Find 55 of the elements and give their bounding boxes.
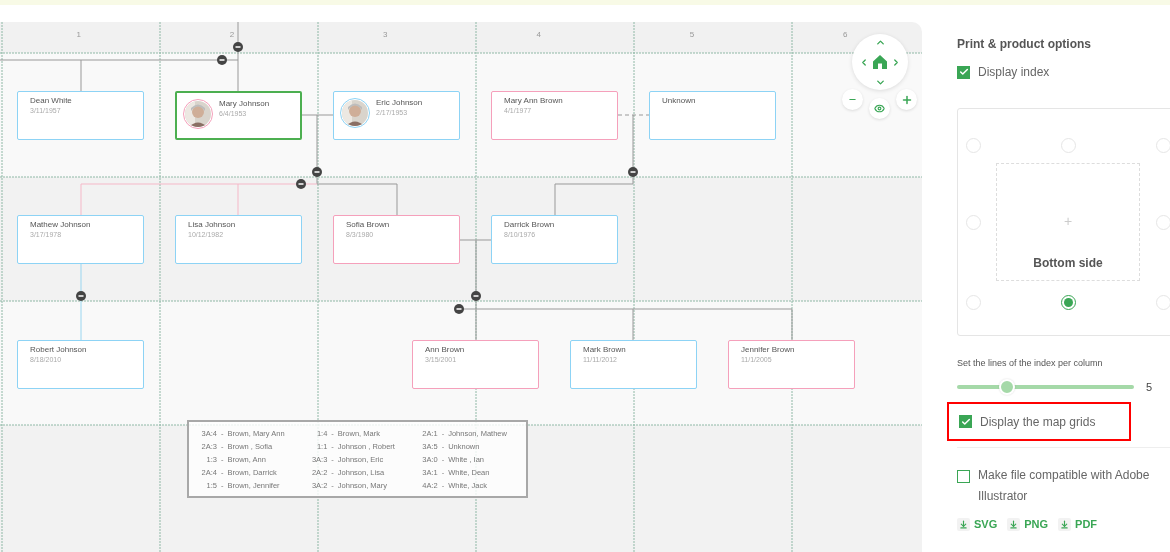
- pan-up-button[interactable]: [874, 37, 886, 47]
- person-name: Eric Johnson: [376, 98, 423, 108]
- column-number: 2: [229, 30, 235, 40]
- collapse-button[interactable]: [628, 167, 638, 177]
- position-label: Bottom side: [1033, 255, 1103, 272]
- checkbox-label: Display index: [978, 64, 1050, 81]
- plus-mark: +: [1063, 212, 1073, 231]
- pan-right-button[interactable]: [891, 56, 901, 68]
- right-chevron-icon: [891, 56, 901, 68]
- person-name: Robert Johnson: [30, 345, 87, 355]
- person-name: Mary Johnson: [219, 99, 270, 109]
- left-chevron-icon: [859, 56, 869, 68]
- column-number: 6: [843, 30, 848, 40]
- eye-icon: [874, 103, 885, 114]
- collapse-button[interactable]: [296, 179, 306, 189]
- collapse-button[interactable]: [233, 42, 243, 52]
- home-button[interactable]: [871, 53, 889, 71]
- pan-left-button[interactable]: [859, 56, 869, 68]
- panel-title: Print & product options: [957, 36, 1092, 53]
- person-name: Lisa Johnson: [188, 220, 236, 230]
- download-icon: [1060, 519, 1070, 529]
- collapse-button[interactable]: [76, 291, 86, 301]
- checkbox-label: Make file compatible with Adobe Illustrator: [978, 467, 1151, 505]
- checkbox[interactable]: [957, 65, 970, 79]
- checkbox-label: Display the map grids: [980, 413, 1096, 431]
- home-icon: [872, 54, 888, 70]
- person-name: Ann Brown: [425, 345, 465, 355]
- column-number: 3: [383, 30, 388, 40]
- person-card[interactable]: Unknown: [649, 91, 776, 140]
- pan-down-button[interactable]: [874, 77, 886, 87]
- map-grids-option[interactable]: Display the map grids: [947, 402, 1131, 441]
- slider-value: 5: [1146, 379, 1153, 395]
- plus-icon: [900, 93, 913, 106]
- collapse-button[interactable]: [471, 291, 481, 301]
- download-icon: [959, 519, 968, 529]
- column-number: 4: [536, 30, 541, 40]
- person-name: Darrick Brown: [504, 220, 555, 230]
- person-name: Mary Ann Brown: [504, 96, 563, 106]
- download-icon: [1009, 519, 1019, 529]
- collapse-button[interactable]: [312, 167, 322, 177]
- person-name: Unknown: [662, 96, 696, 106]
- person-name: Dean White: [30, 96, 72, 106]
- column-number: 5: [689, 30, 695, 40]
- collapse-button[interactable]: [454, 304, 464, 314]
- checkbox[interactable]: [957, 470, 970, 483]
- position-radio[interactable]: [1060, 295, 1076, 310]
- person-name: Sofia Brown: [346, 220, 390, 230]
- column-number: 1: [76, 30, 81, 40]
- slider-thumb[interactable]: [998, 378, 1015, 395]
- person-name: Jennifer Brown: [741, 345, 795, 355]
- person-name: Mathew Johnson: [30, 220, 91, 230]
- slider-label: Set the lines of the index per column: [957, 357, 1104, 370]
- person-name: Mark Brown: [583, 345, 626, 355]
- collapse-button[interactable]: [217, 55, 227, 65]
- checkbox[interactable]: [959, 415, 972, 428]
